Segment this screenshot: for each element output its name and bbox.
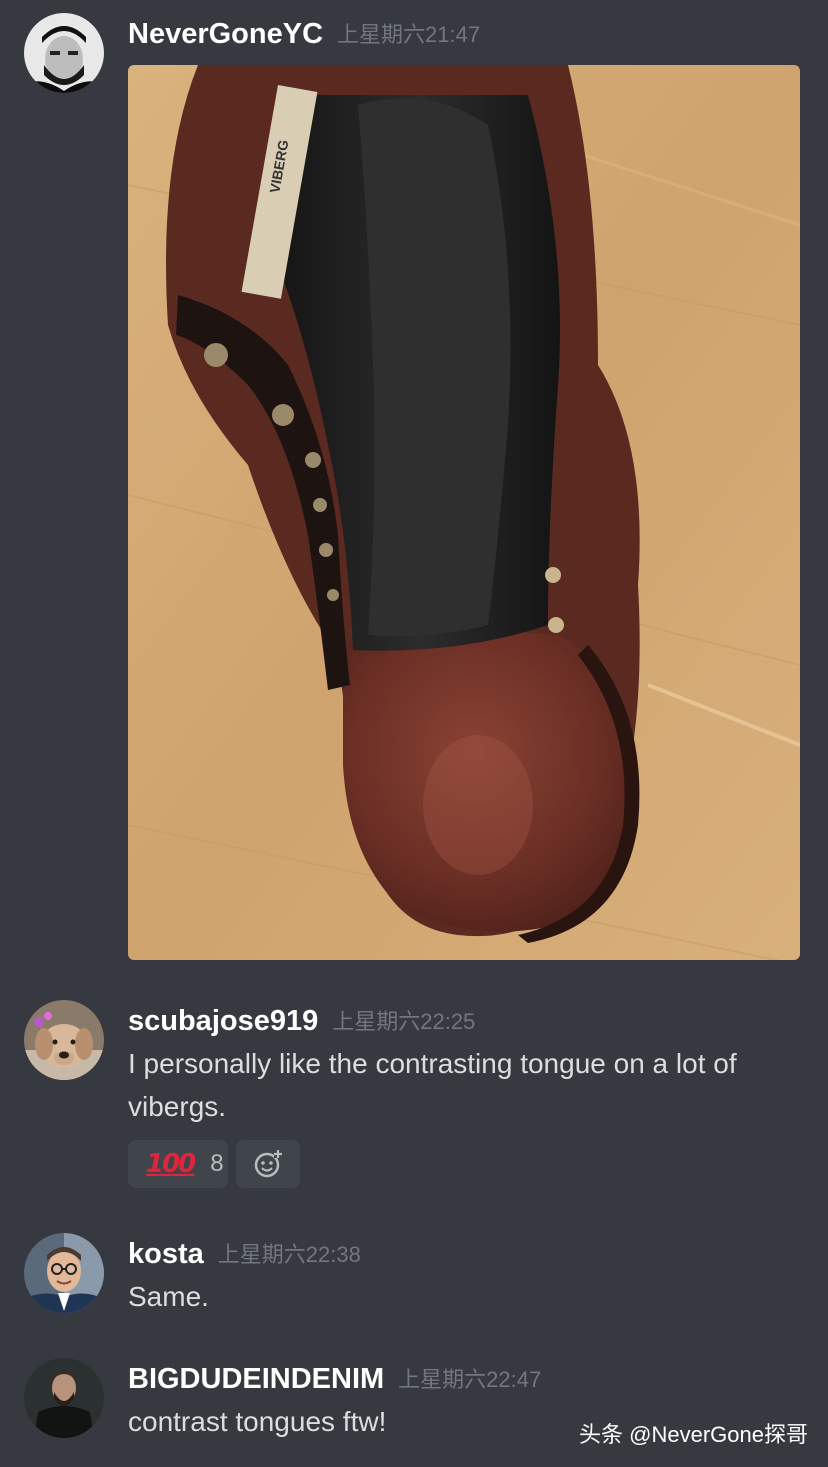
message-text: I personally like the contrasting tongue… — [128, 1048, 737, 1122]
avatar-scubajose919[interactable] — [24, 1000, 104, 1080]
timestamp: 上星期六22:25 — [332, 1009, 476, 1034]
hundred-points-icon: 100 — [146, 1149, 196, 1179]
timestamp: 上星期六22:38 — [217, 1242, 361, 1267]
add-reaction-icon — [254, 1150, 282, 1178]
message-scubajose919: scubajose919 上星期六22:25 I personally like … — [0, 975, 828, 1205]
username-text[interactable]: scubajose919 — [128, 1005, 318, 1037]
username[interactable]: kosta 上星期六22:38 — [128, 1237, 361, 1272]
username-text[interactable]: BIGDUDEINDENIM — [128, 1363, 384, 1395]
reaction-100[interactable]: 100 8 — [128, 1140, 228, 1188]
reaction-count: 8 — [210, 1150, 224, 1177]
timestamp: 上星期六22:47 — [398, 1367, 542, 1392]
username-text[interactable]: kosta — [128, 1238, 204, 1270]
timestamp: 上星期六21:47 — [337, 22, 481, 47]
message-nevergoneyc: NeverGoneYC 上星期六21:47 VIBERG — [0, 0, 828, 975]
username-text[interactable]: NeverGoneYC — [128, 18, 323, 50]
username[interactable]: BIGDUDEINDENIM 上星期六22:47 — [128, 1362, 541, 1397]
avatar-bigdudeindenim[interactable] — [24, 1358, 104, 1438]
watermark: 头条 @NeverGone探哥 — [579, 1422, 808, 1447]
avatar-nevergoneyc[interactable] — [24, 13, 104, 93]
avatar-kosta[interactable] — [24, 1233, 104, 1313]
username[interactable]: scubajose919 上星期六22:25 — [128, 1004, 475, 1039]
message-text: Same. — [128, 1281, 209, 1312]
message-kosta: kosta 上星期六22:38 Same. — [0, 1205, 828, 1335]
username[interactable]: NeverGoneYC 上星期六21:47 — [128, 17, 480, 52]
image-attachment-boot[interactable]: VIBERG — [128, 65, 800, 960]
add-reaction-button[interactable] — [236, 1140, 300, 1188]
